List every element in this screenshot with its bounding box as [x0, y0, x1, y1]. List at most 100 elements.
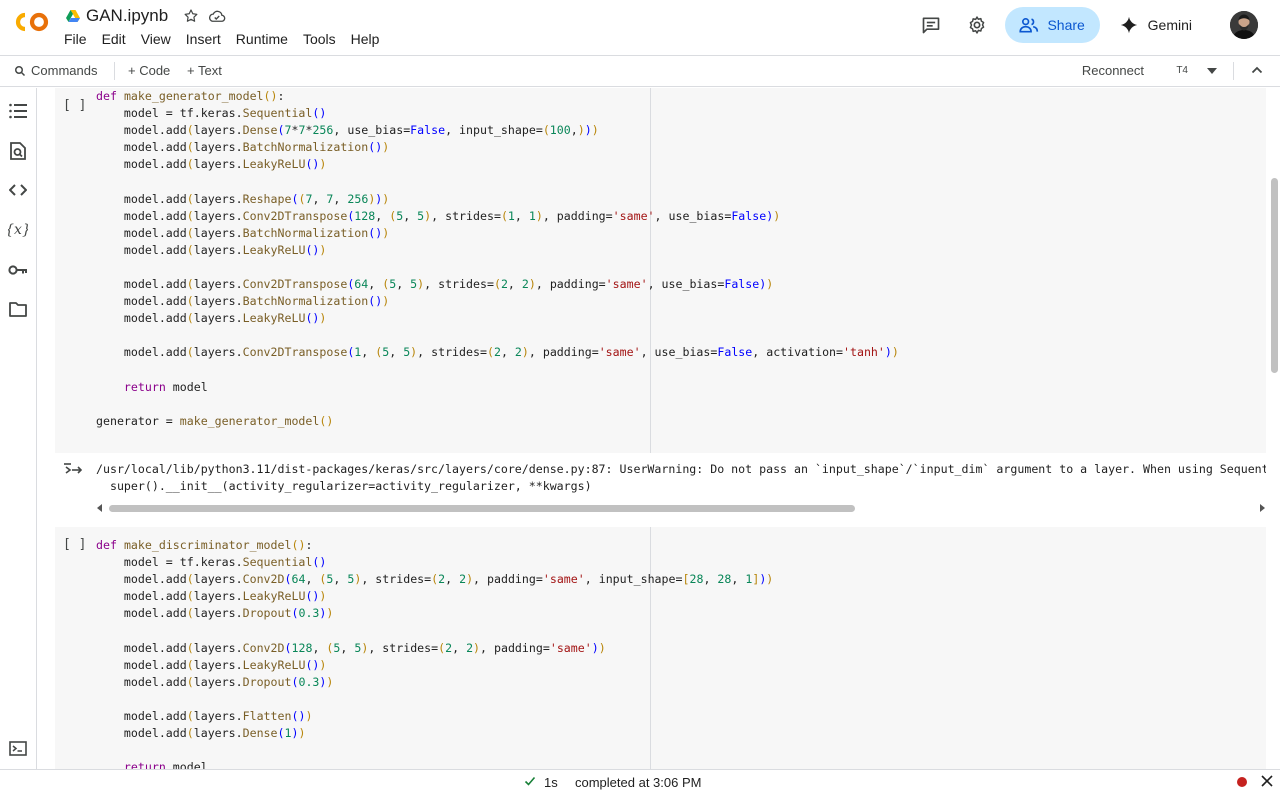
- share-button[interactable]: Share: [1004, 7, 1100, 43]
- code-cell-discriminator[interactable]: [ ] def make_discriminator_model(): mode…: [55, 527, 1266, 769]
- gemini-button[interactable]: Gemini: [1120, 16, 1192, 34]
- find-replace-icon[interactable]: [8, 141, 28, 161]
- output-toggle-icon[interactable]: [63, 461, 83, 477]
- cell-output-warning: /usr/local/lib/python3.11/dist-packages/…: [55, 455, 1266, 519]
- variables-icon[interactable]: {x}: [8, 219, 28, 239]
- code-line: model = tf.keras.Sequential(): [96, 106, 327, 121]
- chevron-up-icon[interactable]: [1251, 65, 1263, 75]
- code-line: model.add(layers.BatchNormalization()): [96, 225, 390, 240]
- code-line: model.add(layers.LeakyReLU()): [96, 311, 327, 326]
- user-avatar[interactable]: [1230, 11, 1258, 39]
- search-icon: [15, 65, 26, 76]
- code-line: model.add(layers.Conv2D(64, (5, 5), stri…: [96, 572, 774, 587]
- cloud-saved-icon[interactable]: [208, 7, 226, 25]
- reconnect-button[interactable]: Reconnect: [1082, 63, 1144, 78]
- menu-file[interactable]: File: [64, 31, 87, 47]
- gemini-sparkle-icon: [1120, 16, 1137, 34]
- comments-button[interactable]: [911, 5, 951, 45]
- main-vertical-scrollbar[interactable]: [1268, 88, 1280, 769]
- code-line: model.add(layers.BatchNormalization()): [96, 294, 390, 309]
- code-line: model.add(layers.LeakyReLU()): [96, 589, 327, 604]
- add-text-button[interactable]: + Text: [187, 63, 222, 78]
- scroll-left-arrow-icon[interactable]: [96, 504, 104, 512]
- code-line: return model: [123, 760, 208, 769]
- execution-completed-text[interactable]: completed at 3:06 PM: [575, 775, 701, 790]
- add-text-label: + Text: [187, 63, 222, 78]
- code-line: model.add(layers.Dropout(0.3)): [96, 674, 334, 689]
- run-cell-button[interactable]: [ ]: [63, 537, 86, 552]
- output-horizontal-scrollbar[interactable]: [96, 503, 1266, 513]
- scroll-right-arrow-icon[interactable]: [1258, 504, 1266, 512]
- toolbar-divider: [114, 62, 115, 80]
- comment-icon: [922, 17, 939, 34]
- checkmark-icon: [524, 775, 536, 790]
- commands-button[interactable]: Commands: [14, 63, 97, 78]
- share-label: Share: [1047, 17, 1085, 33]
- app-header: GAN.ipynb File Edit View Insert Runtime …: [0, 0, 1280, 55]
- svg-text:{x}: {x}: [8, 222, 28, 238]
- code-line: model.add(layers.LeakyReLU()): [96, 157, 327, 172]
- menu-tools[interactable]: Tools: [303, 31, 336, 47]
- output-scroll-thumb[interactable]: [109, 505, 855, 512]
- left-sidebar: {x}: [0, 88, 37, 769]
- execution-duration: 1s: [544, 775, 558, 790]
- runtime-gpu-label: T4: [1176, 65, 1188, 76]
- menu-bar: File Edit View Insert Runtime Tools Help: [64, 31, 394, 47]
- code-editor[interactable]: def make_generator_model(): model = tf.k…: [96, 88, 899, 430]
- code-line: model.add(layers.Dense(1)): [96, 726, 306, 741]
- gemini-label: Gemini: [1147, 17, 1192, 33]
- code-line: model.add(layers.Dropout(0.3)): [96, 606, 334, 621]
- toolbar-divider-right: [1233, 62, 1234, 80]
- menu-runtime[interactable]: Runtime: [236, 31, 288, 47]
- colab-logo[interactable]: [14, 11, 50, 33]
- code-line: model.add(layers.Flatten()): [96, 708, 313, 723]
- main-scroll-thumb[interactable]: [1271, 178, 1278, 373]
- notebook-title[interactable]: GAN.ipynb: [86, 6, 168, 26]
- run-cell-button[interactable]: [ ]: [63, 98, 86, 113]
- title-row: GAN.ipynb: [66, 6, 234, 26]
- add-code-label: + Code: [128, 63, 171, 78]
- settings-button[interactable]: [957, 5, 997, 45]
- status-bar: 1s completed at 3:06 PM: [0, 769, 1280, 792]
- code-editor[interactable]: def make_discriminator_model(): model = …: [96, 537, 773, 769]
- runtime-status-dot[interactable]: [1237, 777, 1247, 787]
- code-line: model.add(layers.Reshape((7, 7, 256))): [96, 191, 390, 206]
- output-text: /usr/local/lib/python3.11/dist-packages/…: [96, 461, 1266, 494]
- code-line: def make_generator_model():: [96, 89, 285, 103]
- code-line: model.add(layers.Conv2DTranspose(64, (5,…: [96, 277, 774, 292]
- add-code-button[interactable]: + Code: [128, 63, 170, 78]
- output-line: /usr/local/lib/python3.11/dist-packages/…: [96, 462, 1266, 476]
- star-icon[interactable]: [182, 7, 200, 25]
- menu-edit[interactable]: Edit: [102, 31, 126, 47]
- table-of-contents-icon[interactable]: [8, 101, 28, 121]
- people-icon: [1019, 17, 1039, 33]
- gear-icon: [969, 16, 984, 34]
- code-line: model.add(layers.Dense(7*7*256, use_bias…: [96, 123, 599, 138]
- terminal-icon[interactable]: [8, 738, 28, 758]
- code-line: model.add(layers.BatchNormalization()): [96, 140, 390, 155]
- files-folder-icon[interactable]: [8, 299, 28, 319]
- code-cell-generator[interactable]: [ ] def make_generator_model(): model = …: [55, 88, 1266, 453]
- runtime-dropdown-icon[interactable]: [1206, 66, 1218, 76]
- code-line: model.add(layers.LeakyReLU()): [96, 242, 327, 257]
- menu-help[interactable]: Help: [351, 31, 380, 47]
- code-line: model.add(layers.LeakyReLU()): [96, 657, 327, 672]
- code-snippets-icon[interactable]: [8, 180, 28, 200]
- code-line: generator = make_generator_model(): [96, 413, 334, 428]
- output-line: super().__init__(activity_regularizer=ac…: [96, 478, 592, 493]
- header-actions: Share Gemini: [911, 0, 1280, 50]
- notebook-main: [ ] def make_generator_model(): model = …: [37, 88, 1280, 769]
- menu-view[interactable]: View: [141, 31, 171, 47]
- code-line: return model: [123, 379, 208, 394]
- code-line: model.add(layers.Conv2DTranspose(128, (5…: [96, 208, 781, 223]
- commands-label: Commands: [31, 63, 98, 78]
- code-line: model = tf.keras.Sequential(): [96, 555, 327, 570]
- code-line: model.add(layers.Conv2D(128, (5, 5), str…: [96, 640, 606, 655]
- close-icon[interactable]: [1260, 774, 1274, 788]
- code-line: model.add(layers.Conv2DTranspose(1, (5, …: [96, 345, 899, 360]
- drive-icon: [66, 9, 80, 22]
- code-line: def make_discriminator_model():: [96, 538, 313, 552]
- notebook-toolbar: Commands + Code + Text Reconnect T4: [0, 55, 1280, 87]
- menu-insert[interactable]: Insert: [186, 31, 221, 47]
- secrets-key-icon[interactable]: [8, 260, 28, 280]
